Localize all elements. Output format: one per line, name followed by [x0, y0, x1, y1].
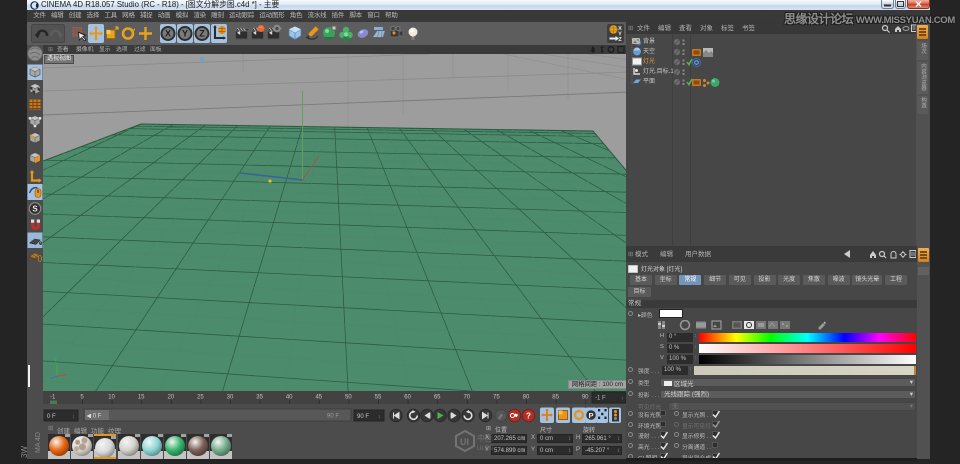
svg-text:0 F: 0 F — [47, 414, 56, 420]
svg-text:-1 F: -1 F — [595, 396, 606, 402]
svg-text:45: 45 — [315, 395, 322, 401]
svg-text:90 F: 90 F — [357, 414, 369, 420]
svg-text:Z: Z — [199, 29, 205, 39]
svg-text:75: 75 — [493, 395, 500, 401]
svg-text:(): () — [38, 256, 43, 263]
svg-text:30: 30 — [227, 395, 234, 401]
svg-text:70: 70 — [463, 395, 470, 401]
svg-text:↕: ↕ — [621, 396, 624, 402]
svg-text:?: ? — [526, 412, 531, 421]
svg-text:15: 15 — [138, 395, 145, 401]
svg-text:90 F: 90 F — [327, 414, 339, 420]
svg-text:25: 25 — [197, 395, 204, 401]
svg-text:80: 80 — [523, 395, 530, 401]
svg-text:◀ 0 F: ◀ 0 F — [87, 414, 102, 420]
svg-text:S: S — [32, 205, 38, 214]
svg-text:UI: UI — [460, 437, 469, 447]
svg-text:X: X — [165, 29, 171, 39]
svg-text:P: P — [589, 411, 594, 420]
svg-text:↕: ↕ — [378, 414, 381, 420]
svg-text:50: 50 — [345, 395, 352, 401]
svg-text:Z: Z — [618, 37, 622, 43]
svg-text:10: 10 — [108, 395, 115, 401]
svg-text:35: 35 — [256, 395, 263, 401]
svg-text:60: 60 — [404, 395, 411, 401]
svg-text:65: 65 — [434, 395, 441, 401]
svg-text:Y: Y — [182, 29, 188, 39]
svg-text:85: 85 — [552, 395, 559, 401]
svg-text:90: 90 — [582, 395, 589, 401]
svg-text:UI.CN: UI.CN — [477, 446, 493, 452]
svg-text:40: 40 — [286, 395, 293, 401]
svg-text:-1: -1 — [50, 395, 56, 401]
svg-text:中国: 中国 — [477, 433, 493, 443]
svg-text:20: 20 — [167, 395, 174, 401]
svg-text:↕: ↕ — [72, 414, 75, 420]
svg-text:55: 55 — [375, 395, 382, 401]
